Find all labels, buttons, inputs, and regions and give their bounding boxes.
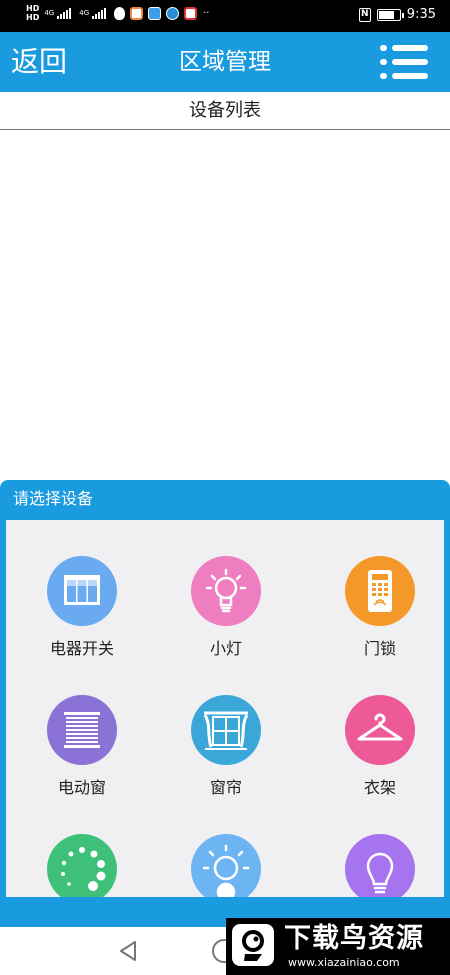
bulb-lamp-icon — [345, 834, 415, 897]
light-bulb-icon — [191, 556, 261, 626]
watermark-url: www.xiazainiao.com — [288, 956, 400, 969]
device-grid: 电器开关 小灯 门锁 电动窗 窗帘 衣架 — [6, 520, 444, 897]
clothes-hanger-icon — [345, 695, 415, 765]
more-notifications-icon: ·· — [203, 7, 210, 19]
device-label: 电器开关 — [49, 639, 114, 658]
menu-button[interactable] — [380, 45, 428, 79]
device-select-panel: 请选择设备 电器开关 小灯 门锁 电动窗 窗帘 衣架 — [0, 480, 450, 927]
device-option-switch[interactable]: 电器开关 — [6, 556, 155, 696]
hd-indicator: HD HD — [26, 4, 39, 22]
hd-label-bottom: HD — [26, 13, 40, 22]
device-option-curtain[interactable]: 窗帘 — [149, 695, 299, 835]
device-option-sunrise[interactable] — [149, 834, 299, 897]
app-icon-2 — [148, 6, 162, 20]
clock: 9:35 — [406, 7, 436, 22]
blinds-icon — [47, 695, 117, 765]
nav-back-icon[interactable] — [116, 939, 140, 963]
panel-title: 请选择设备 — [13, 489, 94, 508]
device-option-bulb[interactable] — [303, 834, 444, 897]
device-label: 衣架 — [363, 778, 396, 797]
app-icon-3 — [166, 6, 180, 20]
app-header: 返回 区域管理 — [0, 32, 450, 92]
dotted-circle-icon — [47, 834, 117, 897]
device-label: 电动窗 — [57, 778, 106, 797]
battery-fill — [378, 10, 394, 19]
curtain-icon — [191, 695, 261, 765]
app-icon-4 — [184, 6, 198, 20]
device-option-blinds[interactable]: 电动窗 — [6, 695, 155, 835]
device-label: 门锁 — [363, 639, 396, 658]
status-right: N 9:35 — [358, 7, 436, 22]
door-lock-icon — [345, 556, 415, 626]
watermark-logo-icon — [232, 924, 274, 966]
device-option-dotted[interactable] — [6, 834, 155, 897]
signal-icon — [57, 7, 72, 19]
app-icon-1 — [130, 6, 144, 20]
device-option-lock[interactable]: 门锁 — [303, 556, 444, 696]
device-label: 小灯 — [209, 639, 242, 658]
device-list — [0, 131, 450, 479]
device-option-light[interactable]: 小灯 — [149, 556, 299, 696]
network-type-1: 4G — [44, 9, 55, 17]
hd-label-top: HD — [26, 4, 40, 13]
sunrise-lamp-icon — [191, 834, 261, 897]
battery-icon — [376, 8, 404, 21]
signal-icon-2 — [92, 7, 107, 19]
qq-icon — [114, 6, 126, 20]
switch-panel-icon — [47, 556, 117, 626]
watermark: 下载鸟资源 www.xiazainiao.com — [226, 918, 450, 975]
status-left: HD HD 4G 4G ·· — [26, 4, 209, 22]
network-type-2: 4G — [79, 9, 90, 17]
device-list-header: 设备列表 — [0, 92, 450, 130]
device-label: 窗帘 — [209, 778, 242, 797]
watermark-title: 下载鸟资源 — [284, 923, 424, 954]
device-option-hanger[interactable]: 衣架 — [303, 695, 444, 835]
nfc-icon: N — [358, 7, 371, 22]
status-bar: HD HD 4G 4G ·· N 9:35 — [0, 0, 450, 32]
